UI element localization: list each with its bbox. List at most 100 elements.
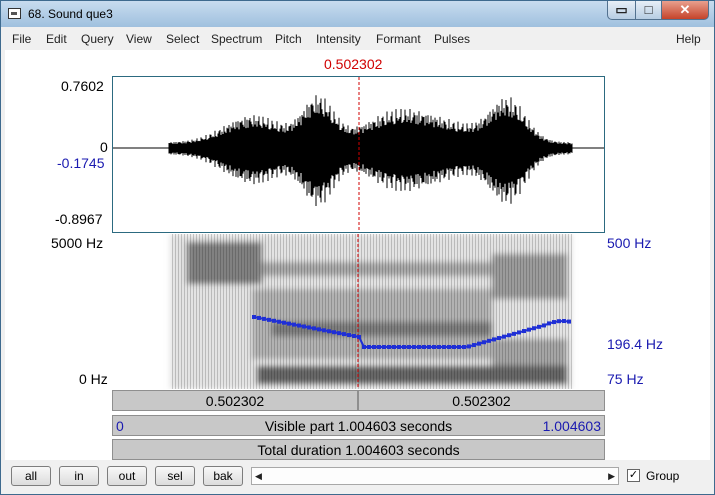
scroll-left-icon[interactable]: ◀ — [255, 471, 262, 482]
pitch-point — [452, 345, 456, 349]
waveform-max-label: 0.7602 — [61, 78, 104, 94]
pitch-point — [267, 317, 271, 322]
waveform-trace — [168, 95, 573, 207]
menu-spectrum[interactable]: Spectrum — [211, 32, 262, 46]
pitch-point — [337, 331, 341, 336]
group-label: Group — [646, 469, 680, 483]
menu-pitch[interactable]: Pitch — [275, 32, 302, 46]
editor-area[interactable]: 0.502302 0.7602 0 -0.1745 -0.8967 5000 H… — [5, 50, 710, 460]
close-button[interactable]: ✕ — [661, 1, 709, 20]
zoom-out-button[interactable]: out — [107, 466, 147, 486]
pitch-point — [397, 345, 401, 349]
pitch-point — [402, 345, 406, 349]
visible-end-label: 1.004603 — [542, 418, 601, 434]
pitch-point — [467, 344, 471, 349]
total-duration-label: Total duration 1.004603 seconds — [257, 442, 460, 458]
waveform-panel[interactable] — [112, 76, 605, 233]
cursor-time-label: 0.502302 — [324, 56, 383, 72]
pitch-point — [447, 345, 451, 349]
pitch-point — [462, 345, 466, 349]
spectrogram-bottom-freq-label: 0 Hz — [79, 371, 108, 387]
visible-part-label: Visible part 1.004603 seconds — [264, 418, 453, 434]
pitch-point — [307, 325, 311, 330]
pitch-point — [417, 345, 421, 349]
pitch-point — [357, 334, 361, 339]
pitch-point — [367, 345, 371, 349]
zoom-in-button[interactable]: in — [59, 466, 99, 486]
left-segment-label: 0.502302 — [205, 393, 265, 409]
pitch-point — [372, 345, 376, 349]
maximize-button[interactable]: □ — [635, 1, 662, 20]
zoom-back-button[interactable]: bak — [203, 466, 243, 486]
group-checkbox[interactable]: ✓ — [627, 469, 640, 482]
pitch-point — [257, 315, 261, 320]
pitch-point — [562, 319, 566, 324]
visible-part-bar[interactable]: 0 Visible part 1.004603 seconds 1.004603 — [112, 415, 605, 436]
menu-select[interactable]: Select — [166, 32, 199, 46]
left-segment-bar[interactable]: 0.502302 — [112, 390, 358, 411]
pitch-point — [302, 324, 306, 329]
checkmark-icon: ✓ — [628, 469, 639, 481]
menu-formant[interactable]: Formant — [376, 32, 421, 46]
pitch-point — [567, 319, 571, 324]
title-bar[interactable]: 68. Sound que3 ▭ □ ✕ — [1, 1, 714, 27]
pitch-point — [382, 345, 386, 349]
pitch-point — [437, 345, 441, 349]
pitch-point — [502, 334, 506, 339]
pitch-point — [317, 327, 321, 332]
pitch-bottom-label: 75 Hz — [607, 371, 644, 387]
pitch-point — [532, 326, 536, 331]
pitch-point — [552, 320, 556, 325]
menu-edit[interactable]: Edit — [46, 32, 67, 46]
menu-view[interactable]: View — [126, 32, 152, 46]
pitch-point — [262, 316, 266, 321]
menu-help[interactable]: Help — [676, 32, 701, 46]
pitch-point — [512, 331, 516, 336]
pitch-point — [547, 321, 551, 326]
pitch-point — [312, 326, 316, 331]
time-scrollbar[interactable]: ◀ ▶ — [251, 467, 619, 485]
pitch-point — [362, 345, 366, 349]
pitch-point — [557, 319, 561, 324]
pitch-point — [497, 336, 501, 341]
pitch-point — [282, 320, 286, 325]
pitch-point — [272, 318, 276, 323]
right-segment-label: 0.502302 — [452, 393, 511, 409]
waveform-plot — [113, 77, 604, 232]
view-all-button[interactable]: all — [11, 466, 51, 486]
spectrogram-panel[interactable] — [112, 234, 605, 389]
menu-bar: File Edit Query View Select Spectrum Pit… — [5, 29, 710, 49]
pitch-point — [537, 324, 541, 329]
menu-file[interactable]: File — [12, 32, 31, 46]
pitch-point — [352, 334, 356, 338]
sound-editor-window: 68. Sound que3 ▭ □ ✕ File Edit Query Vie… — [0, 0, 715, 495]
bottom-toolbar: all in out sel bak ◀ ▶ ✓ Group — [1, 461, 714, 494]
right-segment-bar[interactable]: 0.502302 — [358, 390, 605, 411]
pitch-point — [297, 323, 301, 328]
spectrogram-plot — [170, 234, 572, 389]
menu-query[interactable]: Query — [81, 32, 114, 46]
pitch-point — [477, 341, 481, 346]
pitch-point — [332, 330, 336, 335]
pitch-point — [392, 345, 396, 349]
pitch-point — [527, 327, 531, 332]
scroll-right-icon[interactable]: ▶ — [608, 471, 615, 482]
pitch-point — [347, 333, 351, 338]
menu-intensity[interactable]: Intensity — [316, 32, 361, 46]
pitch-point — [427, 345, 431, 349]
waveform-zero-label: 0 — [100, 139, 108, 155]
pitch-point — [432, 345, 436, 349]
minimize-button[interactable]: ▭ — [607, 1, 636, 20]
spectrogram-striations — [170, 234, 572, 389]
menu-pulses[interactable]: Pulses — [434, 32, 470, 46]
pitch-point — [287, 321, 291, 326]
pitch-point — [292, 322, 296, 327]
total-duration-bar[interactable]: Total duration 1.004603 seconds — [112, 439, 605, 460]
pitch-point — [407, 345, 411, 349]
spectrogram-top-freq-label: 5000 Hz — [51, 235, 104, 251]
zoom-selection-button[interactable]: sel — [155, 466, 195, 486]
pitch-point — [342, 332, 346, 337]
pitch-point — [412, 345, 416, 349]
pitch-point — [277, 319, 281, 324]
pitch-point — [377, 345, 381, 349]
